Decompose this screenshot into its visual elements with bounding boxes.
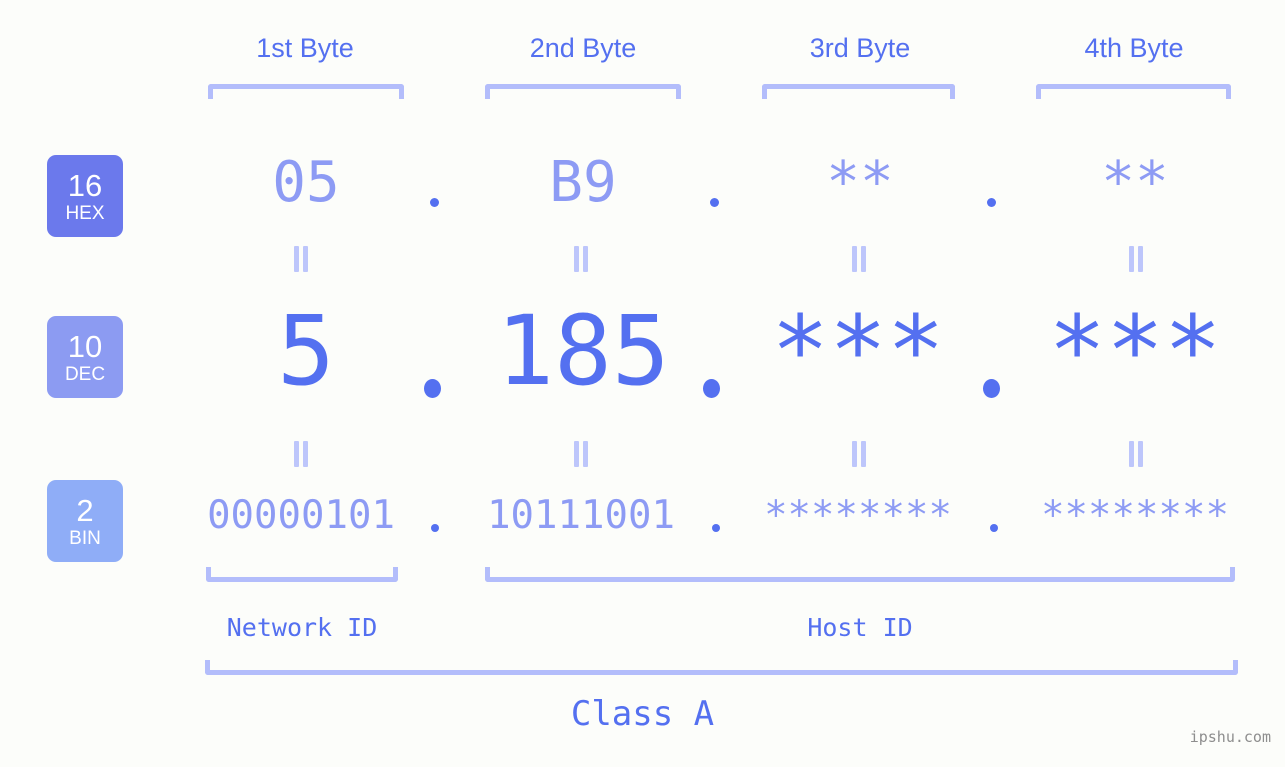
base-badge-dec-radix: 10 bbox=[67, 328, 103, 364]
dec-byte-1: 5 bbox=[277, 295, 335, 407]
class-bracket bbox=[205, 660, 1238, 675]
site-watermark: ipshu.com bbox=[1189, 728, 1271, 746]
equals-mark-dec-bin-3 bbox=[850, 441, 868, 467]
byte-bracket-4 bbox=[1036, 84, 1231, 99]
hex-dot-2 bbox=[710, 198, 719, 207]
bin-dot-2 bbox=[712, 524, 720, 532]
bin-dot-1 bbox=[431, 524, 439, 532]
byte-bracket-1 bbox=[208, 84, 404, 99]
hex-byte-3: ** bbox=[826, 150, 894, 215]
host-id-label: Host ID bbox=[807, 613, 913, 642]
equals-mark-hex-dec-4 bbox=[1127, 246, 1145, 272]
equals-mark-dec-bin-1 bbox=[292, 441, 310, 467]
bin-dot-3 bbox=[990, 524, 998, 532]
base-badge-hex-name: HEX bbox=[65, 202, 105, 224]
base-badge-hex: 16 HEX bbox=[47, 155, 123, 237]
bin-byte-4: ******** bbox=[1041, 493, 1229, 538]
hex-byte-2: B9 bbox=[549, 150, 617, 215]
hex-byte-4: ** bbox=[1101, 150, 1169, 215]
dec-byte-3: *** bbox=[771, 295, 945, 407]
dec-byte-2: 185 bbox=[496, 295, 670, 407]
hex-dot-1 bbox=[430, 198, 439, 207]
dec-dot-3 bbox=[983, 379, 1000, 398]
class-label: Class A bbox=[570, 694, 715, 734]
host-id-bracket bbox=[485, 567, 1235, 582]
base-badge-dec: 10 DEC bbox=[47, 316, 123, 398]
base-badge-bin-name: BIN bbox=[69, 527, 101, 549]
hex-byte-1: 05 bbox=[272, 150, 340, 215]
base-badge-bin-radix: 2 bbox=[76, 492, 94, 528]
bin-byte-3: ******** bbox=[764, 493, 952, 538]
bin-byte-2: 10111001 bbox=[487, 493, 675, 538]
byte-header-1: 1st Byte bbox=[256, 33, 354, 63]
base-badge-hex-radix: 16 bbox=[67, 167, 103, 203]
base-badge-dec-name: DEC bbox=[64, 363, 106, 385]
byte-header-4: 4th Byte bbox=[1084, 33, 1184, 63]
dec-dot-2 bbox=[703, 379, 720, 398]
equals-mark-dec-bin-2 bbox=[572, 441, 590, 467]
equals-mark-hex-dec-2 bbox=[572, 246, 590, 272]
ip-address-breakdown-diagram: 1st Byte 2nd Byte 3rd Byte 4th Byte 16 H… bbox=[0, 0, 1285, 767]
equals-mark-dec-bin-4 bbox=[1127, 441, 1145, 467]
byte-bracket-3 bbox=[762, 84, 955, 99]
dec-byte-4: *** bbox=[1048, 295, 1222, 407]
network-id-bracket bbox=[206, 567, 398, 582]
network-id-label: Network ID bbox=[226, 613, 378, 642]
hex-dot-3 bbox=[987, 198, 996, 207]
byte-header-2: 2nd Byte bbox=[529, 33, 637, 63]
equals-mark-hex-dec-1 bbox=[292, 246, 310, 272]
dec-dot-1 bbox=[424, 379, 441, 398]
base-badge-bin: 2 BIN bbox=[47, 480, 123, 562]
byte-header-3: 3rd Byte bbox=[809, 33, 911, 63]
equals-mark-hex-dec-3 bbox=[850, 246, 868, 272]
byte-bracket-2 bbox=[485, 84, 681, 99]
bin-byte-1: 00000101 bbox=[207, 493, 395, 538]
